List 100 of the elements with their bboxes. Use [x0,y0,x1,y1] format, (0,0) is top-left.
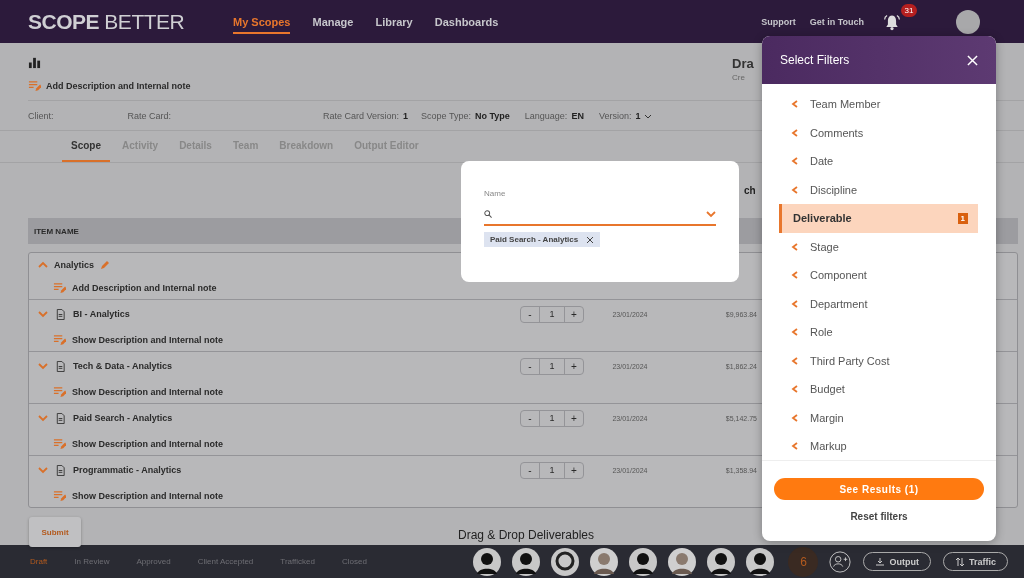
show-note-link[interactable]: Show Description and Internal note [72,386,223,397]
note-edit-icon [53,489,66,502]
avatar[interactable] [511,546,542,577]
show-note-link[interactable]: Show Description and Internal note [72,334,223,345]
chevron-down-icon[interactable] [706,209,716,219]
filter-item[interactable]: Margin [779,403,978,432]
increment-button[interactable]: + [565,462,583,478]
chevron-left-icon [791,242,799,251]
chevron-left-icon [791,442,799,451]
tag-label: Paid Search - Analytics [490,235,579,244]
add-note-link[interactable]: Add Description and Internal note [72,282,217,293]
deliverable-name: BI - Analytics [73,309,130,319]
info-value: 1 [403,110,409,121]
user-avatar[interactable] [956,9,980,34]
quantity-value: 1 [539,462,565,478]
tab[interactable]: Scope [62,131,110,162]
nav-link[interactable]: Manage [312,9,354,34]
document-icon [55,308,66,320]
chevron-left-icon [791,157,799,166]
avatar[interactable] [589,546,620,577]
add-user-icon[interactable] [829,550,852,573]
quantity-stepper[interactable]: - 1 + [520,461,584,479]
filter-item[interactable]: Third Party Cost [779,346,978,375]
note-edit-icon [53,385,66,398]
deliverable-name: Paid Search - Analytics [73,413,173,423]
quantity-value: 1 [539,358,565,374]
chevron-left-icon [791,271,799,280]
nav-link[interactable]: My Scopes [233,9,291,34]
notification-badge: 31 [901,3,917,17]
chevron-left-icon [791,299,799,308]
show-note-link[interactable]: Show Description and Internal note [72,438,223,449]
filter-item[interactable]: Stage [779,232,978,261]
filter-item[interactable]: Component [779,261,978,290]
chevron-left-icon [791,356,799,365]
avatar[interactable] [667,546,698,577]
download-icon [875,556,886,567]
info-label: Language: [524,110,568,121]
increment-button[interactable]: + [565,358,583,374]
remove-icon[interactable] [586,235,595,244]
avatar[interactable] [745,546,776,577]
filter-item[interactable]: Comments [779,118,978,147]
bell-icon[interactable] [882,12,902,31]
decrement-button[interactable]: - [521,462,539,478]
scope-subtitle: Cre [732,73,746,82]
chevron-left-icon [791,413,799,422]
group-name: Analytics [54,259,95,270]
search-label: ch [744,185,756,196]
note-edit-icon [53,281,66,294]
info-label: Scope Type: [421,110,471,121]
quantity-stepper[interactable]: - 1 + [520,409,584,427]
info-label: Rate Card Version: [323,110,400,121]
reset-filters-button[interactable]: Reset filters [844,510,914,523]
avatar[interactable] [472,546,503,577]
quantity-value: 1 [539,306,565,322]
quantity-value: 1 [539,410,565,426]
chevron-left-icon [791,328,799,337]
filter-item[interactable]: Role [779,318,978,347]
drop-hint: Drag & Drop Deliverables [457,528,595,542]
show-note-link[interactable]: Show Description and Internal note [72,490,223,501]
note-edit-icon [53,333,66,346]
add-note-link[interactable]: Add Description and Internal note [46,80,191,91]
chevron-left-icon [791,128,799,137]
document-icon [55,464,66,476]
panel-title: Select Filters [780,53,850,67]
quantity-stepper[interactable]: - 1 + [520,305,584,323]
increment-button[interactable]: + [565,410,583,426]
decrement-button[interactable]: - [521,358,539,374]
filter-item[interactable]: Markup [779,432,978,460]
filter-item[interactable]: Budget [779,375,978,404]
note-edit-icon [53,437,66,450]
decrement-button[interactable]: - [521,410,539,426]
decrement-button[interactable]: - [521,306,539,322]
filter-item[interactable]: Discipline [779,175,978,204]
scope-title: Dra [732,56,755,71]
nav-link[interactable]: Library [375,9,413,34]
info-label: Client: [28,110,54,121]
nav-link[interactable]: Dashboards [434,9,499,34]
column-header: ITEM NAME [34,226,79,236]
close-icon[interactable] [967,54,978,66]
avatar[interactable] [550,546,581,577]
quantity-stepper[interactable]: - 1 + [520,357,584,375]
swap-arrows-icon [955,556,965,567]
chevron-left-icon [791,100,799,109]
header-link[interactable]: Get in Touch [809,16,864,27]
info-value[interactable]: 1 [635,110,641,121]
search-icon [484,210,492,218]
filter-item[interactable]: Date [779,147,978,176]
chevron-left-icon [791,185,799,194]
info-value: No Type [475,110,510,121]
avatar[interactable] [706,546,737,577]
increment-button[interactable]: + [565,306,583,322]
filter-item[interactable]: Deliverable 1 [779,204,978,233]
header-link[interactable]: Support [761,16,796,27]
logo[interactable]: SCOPE BETTER [28,9,233,34]
info-label: Version: [598,110,632,121]
filter-item[interactable]: Department [779,289,978,318]
avatar[interactable] [628,546,659,577]
bar-chart-icon[interactable] [28,56,41,69]
filter-count-badge: 1 [957,212,968,224]
filter-item[interactable]: Team Member [779,90,978,119]
